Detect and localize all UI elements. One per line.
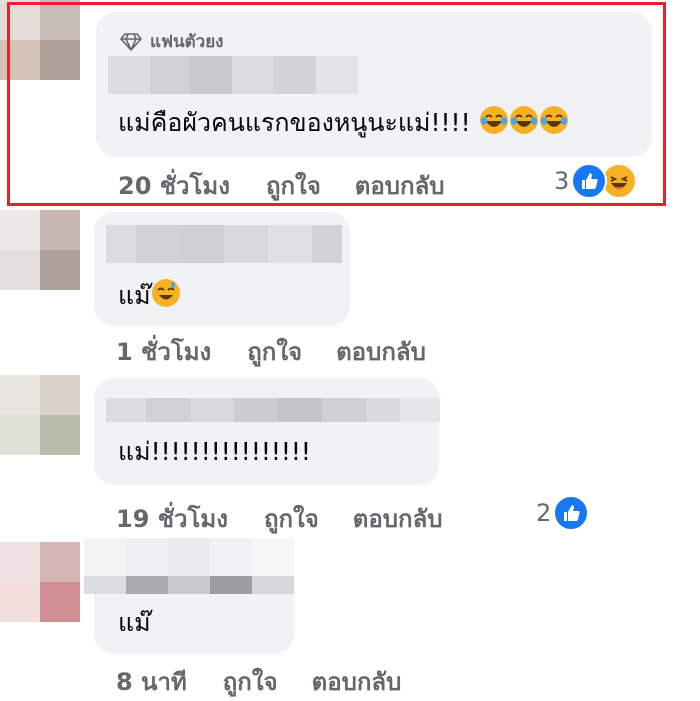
comment-text: แม๊	[118, 278, 181, 315]
like-button[interactable]: ถูกใจ	[266, 166, 321, 205]
commenter-name-blurred[interactable]	[108, 56, 358, 94]
reply-button[interactable]: ตอบกลับ	[355, 166, 445, 205]
commenter-name-blurred[interactable]	[106, 225, 342, 263]
timestamp[interactable]: 20 ชั่วโมง	[118, 166, 230, 205]
reply-button[interactable]: ตอบกลับ	[336, 332, 426, 371]
commenter-name-blurred[interactable]	[84, 538, 294, 594]
timestamp[interactable]: 1 ชั่วโมง	[116, 332, 211, 371]
avatar[interactable]	[0, 542, 80, 622]
avatar[interactable]	[0, 375, 80, 455]
reply-button[interactable]: ตอบกลับ	[353, 499, 443, 538]
reply-button[interactable]: ตอบกลับ	[312, 662, 402, 701]
comment-text: แม๊	[118, 608, 151, 638]
rofl-emoji	[509, 105, 539, 142]
comment-actions: 8 นาที ถูกใจ ตอบกลับ	[116, 662, 401, 701]
like-button[interactable]: ถูกใจ	[247, 332, 302, 371]
rofl-emoji	[479, 105, 509, 142]
top-fan-badge: แฟนตัวยง	[120, 28, 223, 55]
diamond-icon	[120, 32, 142, 51]
rofl-emoji	[539, 105, 569, 142]
reaction-summary[interactable]: 3	[554, 163, 638, 199]
commenter-name-blurred[interactable]	[106, 398, 440, 422]
like-button[interactable]: ถูกใจ	[223, 662, 278, 701]
comment-actions: 20 ชั่วโมง ถูกใจ ตอบกลับ	[118, 166, 445, 205]
reaction-summary[interactable]: 2	[536, 495, 590, 531]
comment-actions: 1 ชั่วโมง ถูกใจ ตอบกลับ	[116, 332, 426, 371]
reaction-count: 2	[536, 499, 552, 527]
badge-label: แฟนตัวยง	[150, 32, 224, 52]
sweat-smile-emoji	[151, 278, 181, 315]
comment-text-value: แม๊	[118, 608, 151, 637]
timestamp[interactable]: 8 นาที	[116, 662, 187, 701]
avatar[interactable]	[0, 0, 80, 80]
comment-text-value: แม่คือผัวคนแรกของหนูนะแม่!!!!	[118, 108, 471, 137]
avatar[interactable]	[0, 210, 80, 290]
comment-text-value: แม่!!!!!!!!!!!!!!!!	[118, 437, 311, 466]
comment-actions: 19 ชั่วโมง ถูกใจ ตอบกลับ	[116, 499, 443, 538]
comment-text: แม่คือผัวคนแรกของหนูนะแม่!!!!	[118, 105, 569, 142]
comment-text: แม่!!!!!!!!!!!!!!!!	[118, 437, 311, 467]
like-button[interactable]: ถูกใจ	[264, 499, 319, 538]
timestamp[interactable]: 19 ชั่วโมง	[116, 499, 228, 538]
like-icon	[553, 495, 590, 531]
like-icon	[571, 163, 608, 199]
comment-text-value: แม๊	[118, 281, 151, 310]
comment-bubble	[94, 378, 439, 485]
reaction-count: 3	[554, 167, 570, 195]
